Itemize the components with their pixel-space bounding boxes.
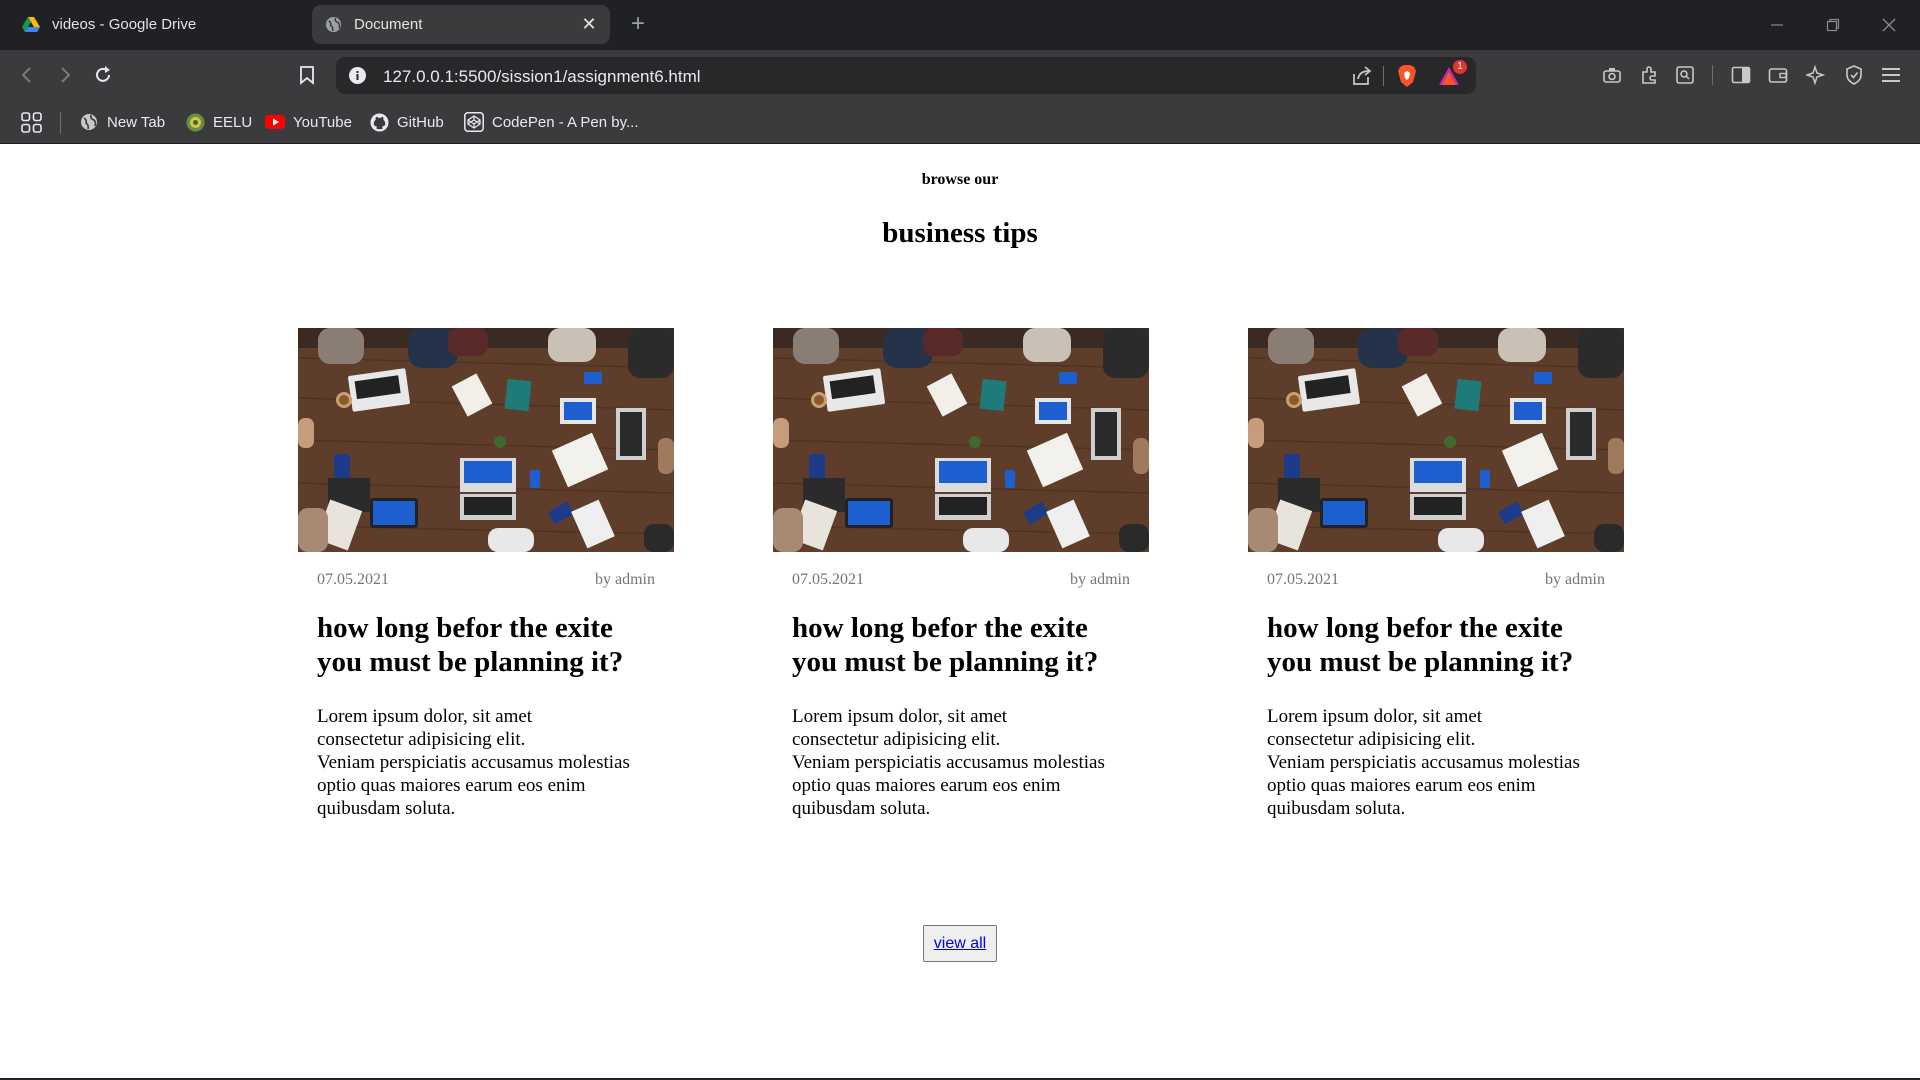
card-title: how long befor the exite you must be pla… bbox=[1267, 612, 1574, 678]
blog-card: 07.05.2021 by admin how long befor the e… bbox=[1248, 328, 1624, 820]
card-meta: 07.05.2021 by admin bbox=[1248, 571, 1624, 589]
brave-shields-icon[interactable] bbox=[1396, 64, 1418, 93]
card-date: 07.05.2021 bbox=[1267, 571, 1339, 588]
bookmarks-divider bbox=[60, 112, 61, 134]
card-body-line: Veniam perspiciatis accusamus molestias bbox=[792, 752, 1105, 773]
site-info-icon[interactable] bbox=[348, 66, 367, 90]
card-body-line: quibusdam soluta. bbox=[1267, 798, 1406, 819]
card-body-line: optio quas maiores earum eos enim bbox=[792, 775, 1061, 796]
github-icon bbox=[369, 112, 389, 132]
card-meta: 07.05.2021 by admin bbox=[773, 571, 1149, 589]
restore-icon[interactable] bbox=[1820, 12, 1846, 38]
card-title: how long befor the exite you must be pla… bbox=[317, 612, 624, 678]
bookmark-label: EELU bbox=[213, 113, 253, 131]
sidebar-icon[interactable] bbox=[1728, 62, 1754, 88]
card-body-line: consectetur adipisicing elit. bbox=[317, 729, 526, 750]
card-body-line: consectetur adipisicing elit. bbox=[792, 729, 1001, 750]
bookmark-codepen[interactable]: CodePen - A Pen by... bbox=[464, 110, 638, 134]
leo-ai-icon[interactable] bbox=[1803, 62, 1829, 88]
forward-icon[interactable] bbox=[52, 62, 78, 88]
card-body-line: optio quas maiores earum eos enim bbox=[1267, 775, 1536, 796]
card-photo bbox=[1248, 328, 1624, 552]
card-body: Lorem ipsum dolor, sit amet consectetur … bbox=[792, 705, 1130, 820]
tab-title: videos - Google Drive bbox=[52, 16, 197, 33]
card-date: 07.05.2021 bbox=[792, 571, 864, 588]
apps-grid-icon[interactable] bbox=[21, 110, 42, 134]
card-photo bbox=[298, 328, 674, 552]
section-kicker: browse our bbox=[921, 171, 999, 188]
card-body-line: Lorem ipsum dolor, sit amet bbox=[317, 706, 533, 727]
bookmark-label: New Tab bbox=[107, 113, 166, 131]
bookmark-eelu[interactable]: EELU bbox=[185, 110, 252, 134]
card-body-line: Veniam perspiciatis accusamus molestias bbox=[1267, 752, 1580, 773]
tab-google-drive[interactable]: videos - Google Drive bbox=[10, 5, 300, 44]
card-body-line: Lorem ipsum dolor, sit amet bbox=[792, 706, 1008, 727]
extensions-icon[interactable] bbox=[1636, 62, 1662, 88]
tab-document[interactable]: Document ✕ bbox=[312, 5, 610, 44]
card-body-line: optio quas maiores earum eos enim bbox=[317, 775, 586, 796]
close-window-icon[interactable] bbox=[1876, 12, 1902, 38]
tab-title: Document bbox=[354, 16, 423, 33]
youtube-icon bbox=[265, 112, 285, 132]
minimize-icon[interactable] bbox=[1764, 12, 1790, 38]
card-body-line: Veniam perspiciatis accusamus molestias bbox=[317, 752, 630, 773]
bookmark-label: GitHub bbox=[397, 113, 444, 131]
card-body-line: Lorem ipsum dolor, sit amet bbox=[1267, 706, 1483, 727]
close-tab-icon[interactable]: ✕ bbox=[578, 14, 600, 36]
rewards-badge: 1 bbox=[1453, 60, 1467, 74]
card-body-line: quibusdam soluta. bbox=[792, 798, 931, 819]
tab-strip: videos - Google Drive Document ✕ + bbox=[0, 0, 1920, 50]
card-author: by admin bbox=[595, 571, 655, 588]
reader-mode-icon[interactable] bbox=[1672, 62, 1698, 88]
blog-card: 07.05.2021 by admin how long befor the e… bbox=[773, 328, 1149, 820]
omnibox-divider bbox=[1383, 66, 1384, 86]
page-content: browse our business tips 07.05.2021 by a… bbox=[0, 145, 1920, 1080]
codepen-icon bbox=[464, 112, 484, 132]
address-bar[interactable]: 127.0.0.1:5500/sission1/assignment6.html… bbox=[336, 57, 1476, 94]
blog-card: 07.05.2021 by admin how long befor the e… bbox=[298, 328, 674, 820]
globe-icon bbox=[324, 16, 342, 34]
toolbar-divider bbox=[1712, 65, 1713, 85]
card-date: 07.05.2021 bbox=[317, 571, 389, 588]
new-tab-icon[interactable]: + bbox=[624, 11, 652, 39]
card-title: how long befor the exite you must be pla… bbox=[792, 612, 1099, 678]
vpn-shield-icon[interactable] bbox=[1841, 62, 1867, 88]
screenshot-icon[interactable] bbox=[1599, 62, 1625, 88]
card-photo bbox=[773, 328, 1149, 552]
eelu-logo-icon bbox=[185, 112, 205, 132]
bookmark-github[interactable]: GitHub bbox=[369, 110, 444, 134]
google-drive-icon bbox=[22, 16, 40, 34]
globe-icon bbox=[79, 112, 99, 132]
card-body-line: consectetur adipisicing elit. bbox=[1267, 729, 1476, 750]
reload-icon[interactable] bbox=[90, 62, 116, 88]
card-author: by admin bbox=[1545, 571, 1605, 588]
bookmark-icon[interactable] bbox=[294, 62, 320, 88]
bookmark-new-tab[interactable]: New Tab bbox=[79, 110, 165, 134]
bookmarks-bar: New Tab EELU YouTube GitHub CodePen - A … bbox=[0, 100, 1920, 144]
menu-icon[interactable] bbox=[1878, 62, 1904, 88]
back-icon[interactable] bbox=[14, 62, 40, 88]
card-body: Lorem ipsum dolor, sit amet consectetur … bbox=[1267, 705, 1605, 820]
bookmark-youtube[interactable]: YouTube bbox=[265, 110, 352, 134]
view-all-button[interactable]: view all bbox=[923, 925, 997, 962]
card-body: Lorem ipsum dolor, sit amet consectetur … bbox=[317, 705, 655, 820]
wallet-icon[interactable] bbox=[1765, 62, 1791, 88]
url-text[interactable]: 127.0.0.1:5500/sission1/assignment6.html bbox=[383, 67, 701, 87]
bookmark-label: YouTube bbox=[293, 113, 352, 131]
section-heading: business tips bbox=[882, 217, 1038, 249]
bookmark-label: CodePen - A Pen by... bbox=[492, 113, 639, 131]
card-body-line: quibusdam soluta. bbox=[317, 798, 456, 819]
share-icon[interactable] bbox=[1351, 65, 1373, 92]
card-author: by admin bbox=[1070, 571, 1130, 588]
card-meta: 07.05.2021 by admin bbox=[298, 571, 674, 589]
